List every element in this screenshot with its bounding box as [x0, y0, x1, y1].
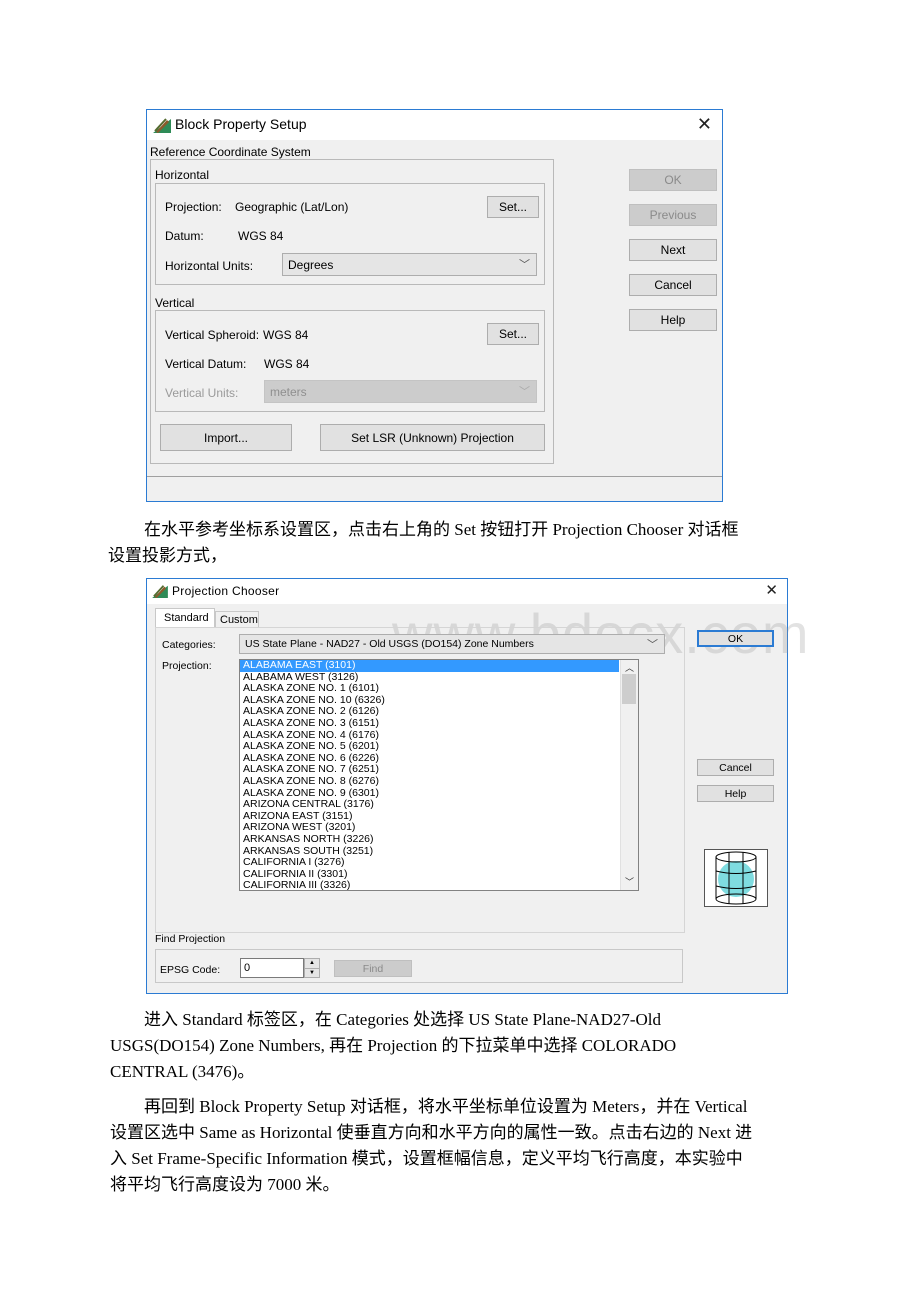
- paragraph-2-line-3: CENTRAL (3476)。: [110, 1062, 255, 1081]
- vertical-units-dropdown[interactable]: meters ﹀: [264, 380, 537, 403]
- block-property-setup-dialog: Block Property Setup ✕ Reference Coordin…: [146, 109, 723, 502]
- categories-dropdown[interactable]: US State Plane - NAD27 - Old USGS (DO154…: [239, 634, 665, 654]
- horizontal-units-dropdown[interactable]: Degrees ﹀: [282, 253, 537, 276]
- paragraph-1-line-2: 设置投影方式，: [108, 546, 227, 565]
- paragraph-3-line-4: 将平均飞行高度设为 7000 米。: [110, 1175, 340, 1194]
- projection-list-items: ALABAMA EAST (3101) ALABAMA WEST (3126) AL…: [240, 660, 638, 890]
- close-icon[interactable]: ✕: [697, 114, 712, 135]
- vertical-spheroid-label: Vertical Spheroid:: [165, 328, 260, 342]
- dialog-title: Projection Chooser: [172, 584, 280, 598]
- vertical-group-label: Vertical: [155, 296, 195, 310]
- projection-list-item[interactable]: ARKANSAS NORTH (3226): [240, 833, 638, 846]
- projection-list-item[interactable]: ARIZONA CENTRAL (3176): [240, 799, 638, 811]
- vertical-scrollbar[interactable]: ︿ ﹀: [620, 660, 638, 890]
- ok-button[interactable]: OK: [629, 169, 717, 191]
- projection-list-item[interactable]: CALIFORNIA I (3276): [240, 856, 638, 869]
- scroll-down-icon[interactable]: ﹀: [621, 875, 638, 888]
- paragraph-2-line-1: 进入 Standard 标签区，在 Categories 处选择 US Stat…: [144, 1010, 662, 1029]
- paragraph-2: 进入 Standard 标签区，在 Categories 处选择 US Stat…: [110, 1007, 810, 1085]
- projection-value: Geographic (Lat/Lon): [235, 200, 349, 214]
- find-projection-label: Find Projection: [155, 933, 226, 945]
- cylindrical-projection-icon: [704, 849, 768, 907]
- previous-button[interactable]: Previous: [629, 204, 717, 226]
- horizontal-group-label: Horizontal: [155, 168, 210, 182]
- projection-label: Projection:: [165, 200, 222, 214]
- chevron-down-icon: ﹀: [519, 386, 530, 398]
- next-button[interactable]: Next: [629, 239, 717, 261]
- datum-value: WGS 84: [238, 229, 284, 243]
- dialog-title: Block Property Setup: [175, 116, 307, 132]
- projection-chooser-dialog: Projection Chooser ✕ www.bdocx.com Stand…: [146, 578, 809, 994]
- projection-list-item[interactable]: ALASKA ZONE NO. 3 (6151): [240, 717, 638, 730]
- close-icon[interactable]: ✕: [765, 581, 778, 599]
- projection-label: Projection:: [162, 660, 212, 672]
- projection-list-item[interactable]: ALASKA ZONE NO. 5 (6201): [240, 741, 638, 753]
- vertical-datum-value: WGS 84: [264, 357, 310, 371]
- status-bar: [147, 476, 722, 501]
- paragraph-3-line-1: 再回到 Block Property Setup 对话框，将水平坐标单位设置为 …: [144, 1097, 748, 1116]
- title-bar: Projection Chooser ✕: [147, 579, 787, 604]
- spin-down-icon[interactable]: ▼: [305, 969, 319, 978]
- epsg-code-input[interactable]: [240, 958, 304, 978]
- projection-list-item[interactable]: ALABAMA EAST (3101): [240, 660, 619, 672]
- set-lsr-projection-button[interactable]: Set LSR (Unknown) Projection: [320, 424, 545, 451]
- find-button[interactable]: Find: [334, 960, 412, 977]
- scrollbar-thumb[interactable]: [622, 674, 636, 704]
- paragraph-3: 再回到 Block Property Setup 对话框，将水平坐标单位设置为 …: [110, 1094, 810, 1198]
- paragraph-1-line-1: 在水平参考坐标系设置区，点击右上角的 Set 按钮打开 Projection C…: [144, 520, 739, 539]
- help-button[interactable]: Help: [697, 785, 774, 802]
- reference-coordinate-system-label: Reference Coordinate System: [150, 145, 311, 159]
- projection-list-item[interactable]: ALASKA ZONE NO. 8 (6276): [240, 775, 638, 788]
- cancel-button[interactable]: Cancel: [629, 274, 717, 296]
- cancel-button[interactable]: Cancel: [697, 759, 774, 776]
- epsg-code-label: EPSG Code:: [160, 964, 221, 976]
- paragraph-1: 在水平参考坐标系设置区，点击右上角的 Set 按钮打开 Projection C…: [108, 517, 810, 569]
- projection-listbox[interactable]: ALABAMA EAST (3101) ALABAMA WEST (3126) AL…: [239, 659, 639, 891]
- paragraph-3-line-3: 入 Set Frame-Specific Information 模式，设置框幅…: [110, 1149, 743, 1168]
- projection-list-item[interactable]: CALIFORNIA III (3326): [240, 880, 638, 890]
- paragraph-3-line-2: 设置区选中 Same as Horizontal 使垂直方向和水平方向的属性一致…: [110, 1123, 753, 1142]
- vertical-spheroid-value: WGS 84: [263, 328, 309, 342]
- epsg-code-spinner[interactable]: ▲ ▼: [304, 958, 320, 978]
- spin-up-icon[interactable]: ▲: [305, 959, 319, 969]
- datum-label: Datum:: [165, 229, 204, 243]
- categories-label: Categories:: [162, 639, 216, 651]
- tab-standard-label: Standard: [164, 612, 209, 624]
- app-icon: [152, 585, 168, 598]
- paragraph-2-line-2: USGS(DO154) Zone Numbers, 再在 Projection …: [110, 1036, 677, 1055]
- tab-standard[interactable]: Standard: [155, 608, 215, 628]
- ok-button[interactable]: OK: [697, 630, 774, 647]
- help-button[interactable]: Help: [629, 309, 717, 331]
- vertical-set-button[interactable]: Set...: [487, 323, 539, 345]
- tab-custom-label: Custom: [220, 614, 258, 626]
- chevron-down-icon: ﹀: [519, 259, 530, 271]
- import-button[interactable]: Import...: [160, 424, 292, 451]
- categories-value: US State Plane - NAD27 - Old USGS (DO154…: [245, 638, 534, 650]
- title-bar: Block Property Setup ✕: [147, 110, 722, 140]
- scroll-up-icon[interactable]: ︿: [621, 661, 638, 674]
- horizontal-set-button[interactable]: Set...: [487, 196, 539, 218]
- vertical-units-value: meters: [270, 385, 307, 399]
- horizontal-units-label: Horizontal Units:: [165, 259, 254, 273]
- tab-custom[interactable]: Custom: [215, 611, 259, 628]
- app-icon: [153, 118, 171, 133]
- vertical-datum-label: Vertical Datum:: [165, 357, 247, 371]
- find-projection-group: [155, 949, 683, 983]
- vertical-units-label: Vertical Units:: [165, 386, 239, 400]
- chevron-down-icon: ﹀: [647, 639, 658, 651]
- horizontal-units-value: Degrees: [288, 258, 334, 272]
